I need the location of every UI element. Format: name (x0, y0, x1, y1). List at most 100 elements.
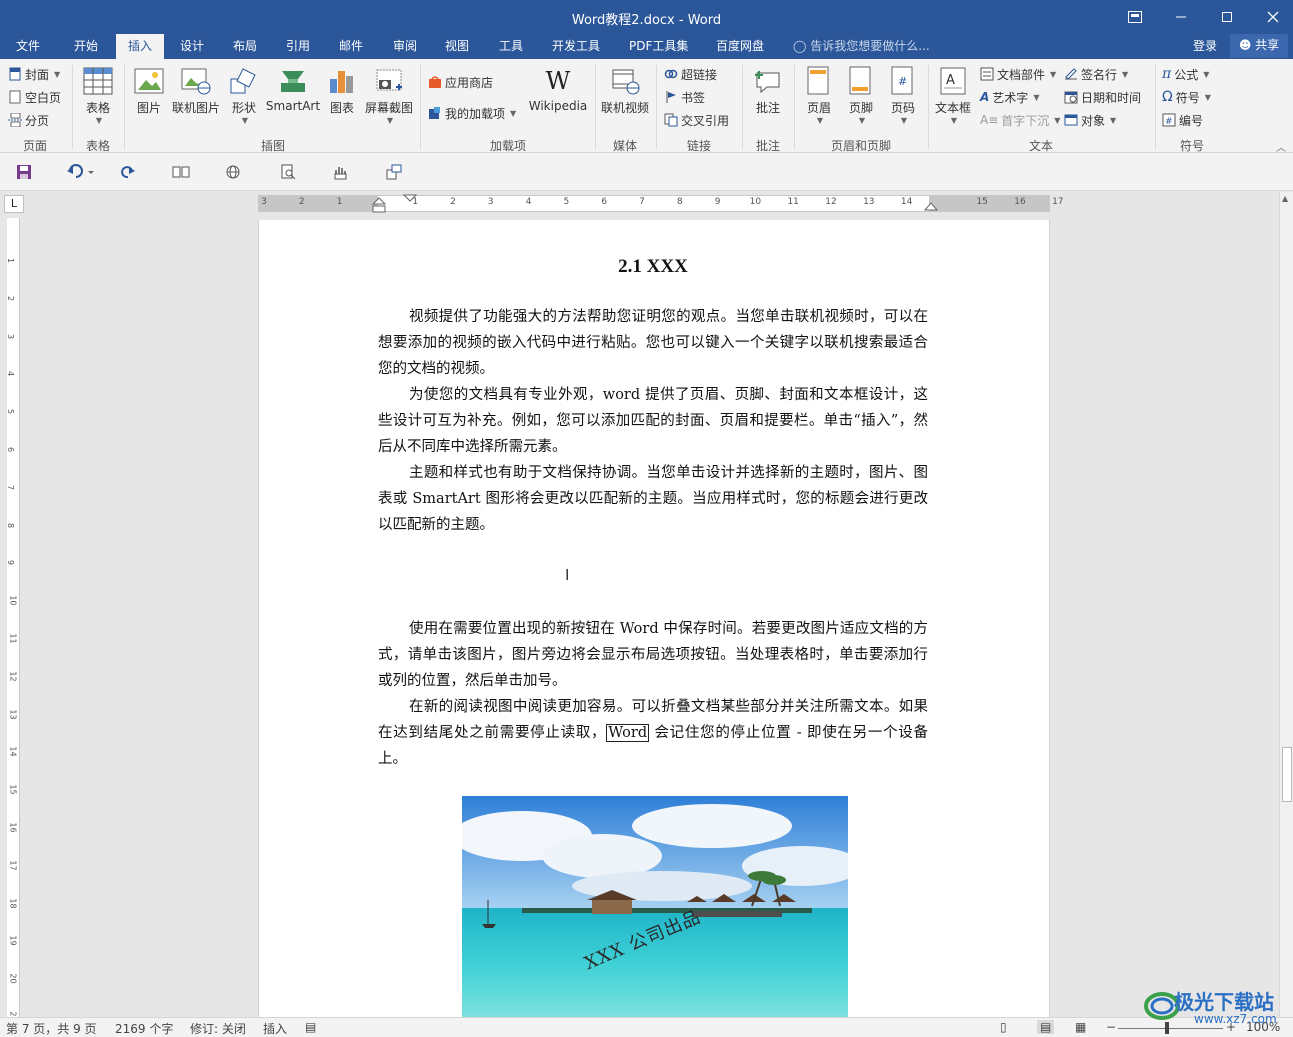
beach-photo[interactable]: XXX 公司出品 (462, 796, 848, 1020)
logo-url: www.xz7.com (1194, 1012, 1277, 1026)
symbol-button[interactable]: Ω 符号 ▼ (1162, 87, 1211, 107)
quick-parts-button[interactable]: 文档部件 ▼ (980, 64, 1056, 84)
vertical-scrollbar[interactable]: ▲ (1279, 192, 1293, 1018)
footer-button[interactable]: 页脚 ▼ (842, 65, 880, 125)
wordart-button[interactable]: A 艺术字 ▼ (980, 87, 1039, 107)
ruler-tick-label: 1 (336, 197, 343, 207)
collapse-ribbon-icon[interactable]: ︿ (1276, 139, 1286, 154)
site-logo-watermark: 极光下载站 www.xz7.com (1140, 984, 1290, 1034)
ruler-tick-label: 8 (676, 197, 683, 207)
tab-baidu-pan[interactable]: 百度网盘 (712, 34, 768, 59)
read-mode-button[interactable] (171, 163, 191, 181)
blank-page-button[interactable]: 空白页 (8, 87, 61, 107)
shapes-button[interactable]: 形状 ▼ (226, 65, 262, 125)
maximize-button[interactable] (1204, 0, 1250, 34)
page-number-button[interactable]: # 页码 ▼ (884, 65, 922, 125)
ruler-tick-label: 17 (1052, 197, 1064, 207)
bookmark-button[interactable]: 书签 (664, 87, 705, 107)
insert-mode-status[interactable]: 插入 (263, 1020, 287, 1037)
save-button[interactable] (14, 163, 34, 181)
tab-mailings[interactable]: 邮件 (335, 34, 367, 59)
tab-references[interactable]: 引用 (282, 34, 314, 59)
ribbon-display-options-button[interactable] (1112, 0, 1158, 34)
cross-reference-button[interactable]: 交叉引用 (664, 110, 729, 130)
ruler-tick-label: 10 (8, 595, 18, 606)
touch-mode-button[interactable] (330, 163, 350, 181)
wikipedia-button[interactable]: W Wikipedia (527, 65, 589, 113)
online-video-icon (612, 69, 640, 95)
ruler-tick-label: 4 (525, 197, 532, 207)
screenshot-button[interactable]: 屏幕截图 ▼ (362, 65, 416, 125)
chart-button[interactable]: 图表 (324, 65, 360, 116)
customize-qat-button[interactable] (384, 163, 404, 181)
tab-selector[interactable]: L (4, 195, 24, 213)
object-button[interactable]: 对象 ▼ (1064, 110, 1116, 130)
macro-record-icon[interactable]: ▤ (305, 1020, 316, 1034)
lightbulb-icon: ◯ (793, 39, 807, 53)
undo-button[interactable] (64, 163, 96, 181)
hand-icon (334, 167, 347, 180)
scrollbar-thumb[interactable] (1282, 747, 1292, 802)
hyperlink-button[interactable]: 超链接 (664, 64, 717, 84)
horizontal-ruler[interactable]: 3 2 1 1 2 3 4 5 6 7 8 9 10 11 12 13 14 15 16 17 (258, 194, 1064, 215)
web-layout-button[interactable] (224, 163, 244, 181)
right-indent-icon[interactable] (924, 200, 938, 212)
print-layout-view-icon[interactable]: ▤ (1037, 1020, 1055, 1034)
redo-button[interactable] (118, 163, 138, 181)
status-bar: 第 7 页，共 9 页 2169 个字 修订: 关闭 插入 ▤ ▯ ▤ ▦ − … (0, 1017, 1293, 1037)
tab-review[interactable]: 审阅 (389, 34, 421, 59)
comment-button[interactable]: 批注 (748, 65, 788, 116)
document-page[interactable]: 2.1 XXX 视频提供了功能强大的方法帮助您证明您的观点。当您单击联机视频时，… (258, 220, 1050, 1020)
online-picture-button[interactable]: 联机图片 (170, 65, 222, 116)
page-count[interactable]: 第 7 页，共 9 页 (6, 1020, 97, 1037)
group-label-text: 文本 (1028, 139, 1053, 153)
first-line-indent-icon[interactable] (403, 194, 417, 204)
word-count[interactable]: 2169 个字 (115, 1020, 173, 1037)
ruler-tick-label: 17 (8, 860, 18, 871)
minimize-button[interactable] (1158, 0, 1204, 34)
cover-page-button[interactable]: 封面 ▼ (8, 64, 60, 84)
online-video-button[interactable]: 联机视频 (599, 65, 651, 116)
read-mode-view-icon[interactable]: ▯ (1000, 1020, 1007, 1034)
tell-me-box[interactable]: ◯ 告诉我您想要做什么... (793, 34, 930, 59)
scroll-up-icon[interactable]: ▲ (1282, 194, 1288, 203)
paragraph-4: 使用在需要位置出现的新按钮在 Word 中保存时间。若要更改图片适应文档的方式，… (378, 621, 928, 689)
indent-marker-icon[interactable] (372, 195, 386, 215)
zoom-out-button[interactable]: − (1106, 1020, 1116, 1034)
ruler-tick-label: 5 (563, 197, 570, 207)
page-break-button[interactable]: 分页 (8, 110, 49, 130)
table-button[interactable]: 表格 ▼ (78, 65, 118, 125)
tab-view[interactable]: 视图 (441, 34, 473, 59)
store-icon (429, 76, 441, 88)
signin-link[interactable]: 登录 (1193, 34, 1217, 58)
number-button[interactable]: # 编号 (1162, 110, 1203, 130)
store-button[interactable]: 应用商店 (428, 72, 493, 92)
vertical-ruler[interactable]: 123456789101112131415161718192021 (6, 218, 20, 1022)
tab-developer[interactable]: 开发工具 (548, 34, 604, 59)
tab-home[interactable]: 开始 (70, 34, 102, 59)
close-button[interactable] (1250, 0, 1293, 34)
book-icon (172, 166, 190, 178)
ruler-tick-label: 13 (8, 709, 18, 720)
tab-layout[interactable]: 布局 (229, 34, 261, 59)
word-search-highlight: Word (606, 724, 650, 742)
group-label-addins: 加载项 (489, 139, 526, 153)
signature-line-button[interactable]: 签名行 ▼ (1064, 64, 1128, 84)
date-time-button[interactable]: 日期和时间 (1064, 87, 1141, 107)
track-changes-status[interactable]: 修订: 关闭 (190, 1020, 246, 1037)
signature-icon (1065, 68, 1077, 80)
share-button[interactable]: ☻ 共享 (1230, 34, 1288, 58)
web-layout-view-icon[interactable]: ▦ (1075, 1020, 1086, 1034)
header-button[interactable]: 页眉 ▼ (800, 65, 838, 125)
equation-button[interactable]: π 公式 ▼ (1162, 64, 1209, 84)
tab-file[interactable]: 文件 (12, 34, 44, 59)
textbox-button[interactable]: A 文本框 ▼ (932, 65, 974, 125)
my-addins-button[interactable]: 我的加载项 ▼ (428, 103, 516, 123)
tab-tools[interactable]: 工具 (495, 34, 527, 59)
tab-pdf-tools[interactable]: PDF工具集 (625, 34, 692, 59)
smartart-button[interactable]: SmartArt (264, 65, 322, 113)
tab-insert[interactable]: 插入 (116, 34, 164, 59)
tab-design[interactable]: 设计 (176, 34, 208, 59)
picture-button[interactable]: 图片 (131, 65, 167, 116)
print-preview-button[interactable] (278, 163, 298, 181)
